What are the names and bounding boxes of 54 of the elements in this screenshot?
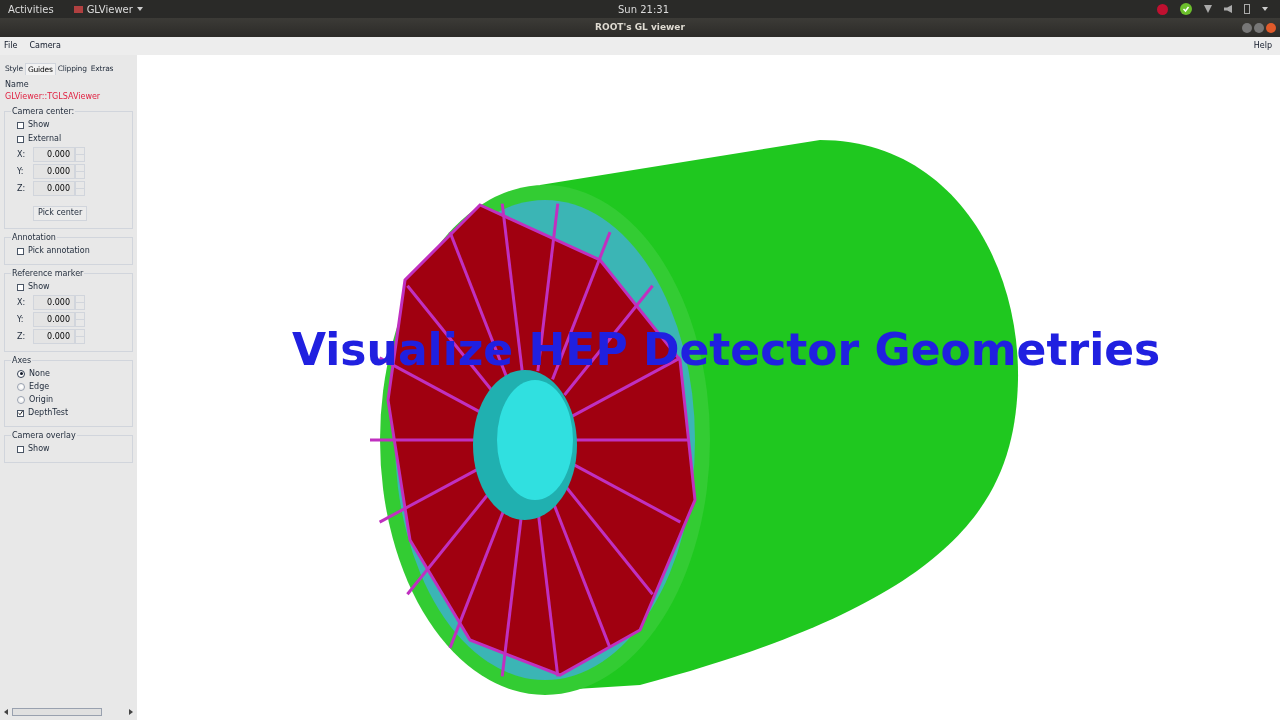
radio-label: Origin: [29, 393, 54, 406]
pick-center-button[interactable]: Pick center: [33, 205, 88, 221]
scroll-left-icon[interactable]: [4, 709, 8, 715]
radio-label: Edge: [29, 380, 50, 393]
field-label: X:: [17, 148, 27, 161]
radio-button[interactable]: [17, 395, 25, 404]
menu-item[interactable]: Camera: [29, 40, 61, 52]
radio-button[interactable]: [17, 382, 25, 391]
name-label: Name: [4, 79, 30, 92]
checkbox-label: Show: [28, 119, 50, 132]
number-field[interactable]: 0.000: [33, 147, 75, 163]
radio-label: None: [29, 367, 50, 380]
checkbox-label: DepthTest: [28, 407, 69, 420]
check-icon[interactable]: [1180, 3, 1192, 15]
checkbox[interactable]: [17, 409, 24, 417]
number-field[interactable]: 0.000: [33, 164, 75, 180]
maximize-button[interactable]: [1254, 22, 1264, 33]
number-field[interactable]: 0.000: [33, 295, 75, 311]
checkbox[interactable]: [17, 121, 24, 129]
field-label: Y:: [17, 313, 25, 326]
name-value: GLViewer::TGLSAViewer: [4, 91, 102, 104]
window-icon: [73, 5, 83, 13]
checkbox[interactable]: [17, 283, 24, 291]
scroll-right-icon[interactable]: [129, 709, 133, 715]
activities-button[interactable]: Activities: [8, 1, 54, 17]
group-title: Camera overlay: [11, 430, 77, 443]
window-title: ROOT's GL viewer: [595, 20, 685, 34]
field-label: Z:: [17, 182, 27, 195]
menu-item[interactable]: File: [4, 40, 18, 52]
number-field[interactable]: 0.000: [33, 312, 75, 328]
checkbox[interactable]: [17, 445, 24, 453]
volume-icon[interactable]: [1224, 5, 1232, 13]
app-menu[interactable]: GLViewer: [73, 1, 143, 17]
checkbox-label: Pick annotation: [28, 245, 90, 258]
checkbox-label: External: [28, 133, 62, 146]
caret-icon[interactable]: [1262, 7, 1268, 11]
field-label: Y:: [17, 165, 25, 178]
battery-icon[interactable]: [1244, 4, 1250, 14]
minimize-button[interactable]: [1242, 22, 1252, 33]
horizontal-scrollbar[interactable]: [4, 707, 133, 717]
menu-item[interactable]: Help: [1253, 40, 1276, 52]
caret-icon: [136, 7, 143, 11]
checkbox[interactable]: [17, 135, 24, 143]
close-button[interactable]: [1266, 22, 1276, 33]
scroll-thumb[interactable]: [12, 708, 102, 716]
radio-button[interactable]: [17, 369, 25, 378]
clock[interactable]: Sun 21:31: [618, 1, 670, 17]
checkbox-label: Show: [28, 443, 50, 456]
number-field[interactable]: 0.000: [33, 329, 75, 345]
checkbox[interactable]: [17, 247, 24, 255]
number-field[interactable]: 0.000: [33, 181, 75, 197]
field-label: Z:: [17, 330, 27, 343]
checkbox-label: Show: [28, 281, 50, 294]
field-label: X:: [17, 296, 27, 309]
